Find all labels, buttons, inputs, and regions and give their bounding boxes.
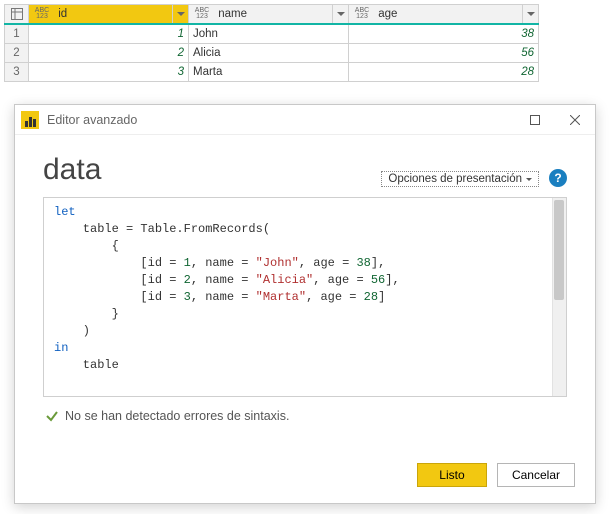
close-icon	[570, 115, 580, 125]
column-filter-dropdown[interactable]	[332, 5, 348, 23]
check-icon	[45, 409, 59, 423]
cell-name[interactable]: Marta	[189, 63, 349, 82]
table-row[interactable]: 1 1 John 38	[5, 24, 539, 44]
titlebar[interactable]: Editor avanzado	[15, 105, 595, 135]
column-header-name[interactable]: ABC 123 name	[189, 5, 349, 25]
display-options-label: Opciones de presentación	[388, 173, 522, 185]
column-label: id	[56, 8, 67, 20]
type-icon: ABC 123	[351, 8, 373, 20]
row-number: 3	[5, 63, 29, 82]
done-button[interactable]: Listo	[417, 463, 487, 487]
cell-age[interactable]: 38	[349, 24, 539, 44]
cell-name[interactable]: John	[189, 24, 349, 44]
column-header-age[interactable]: ABC 123 age	[349, 5, 539, 25]
cell-id[interactable]: 3	[29, 63, 189, 82]
syntax-status: No se han detectado errores de sintaxis.	[45, 409, 567, 423]
close-button[interactable]	[555, 105, 595, 135]
advanced-editor-dialog: Editor avanzado data Opciones de present…	[14, 104, 596, 504]
data-grid: ABC 123 id ABC 123 name ABC 123 age 1 1 …	[4, 4, 539, 82]
cancel-button[interactable]: Cancelar	[497, 463, 575, 487]
app-icon	[21, 111, 39, 129]
scrollbar-track[interactable]	[552, 198, 566, 396]
code-editor[interactable]: let table = Table.FromRecords( { [id = 1…	[43, 197, 567, 397]
column-label: age	[376, 8, 397, 20]
type-icon: ABC 123	[191, 8, 213, 20]
type-icon: ABC 123	[31, 8, 53, 20]
window-title: Editor avanzado	[47, 113, 515, 127]
column-filter-dropdown[interactable]	[172, 5, 188, 23]
maximize-icon	[530, 115, 540, 125]
select-all-corner[interactable]	[5, 5, 29, 25]
cell-id[interactable]: 2	[29, 44, 189, 63]
maximize-button[interactable]	[515, 105, 555, 135]
column-label: name	[216, 8, 247, 20]
column-filter-dropdown[interactable]	[522, 5, 538, 23]
cell-id[interactable]: 1	[29, 24, 189, 44]
table-icon	[11, 8, 23, 20]
code-content[interactable]: let table = Table.FromRecords( { [id = 1…	[44, 198, 566, 380]
table-row[interactable]: 3 3 Marta 28	[5, 63, 539, 82]
row-number: 1	[5, 24, 29, 44]
scrollbar-thumb[interactable]	[554, 200, 564, 300]
cell-name[interactable]: Alicia	[189, 44, 349, 63]
help-icon[interactable]: ?	[549, 169, 567, 187]
column-header-id[interactable]: ABC 123 id	[29, 5, 189, 25]
syntax-status-text: No se han detectado errores de sintaxis.	[65, 409, 289, 423]
query-name-heading: data	[43, 153, 381, 187]
table-row[interactable]: 2 2 Alicia 56	[5, 44, 539, 63]
cell-age[interactable]: 56	[349, 44, 539, 63]
display-options-dropdown[interactable]: Opciones de presentación	[381, 171, 539, 187]
row-number: 2	[5, 44, 29, 63]
cell-age[interactable]: 28	[349, 63, 539, 82]
